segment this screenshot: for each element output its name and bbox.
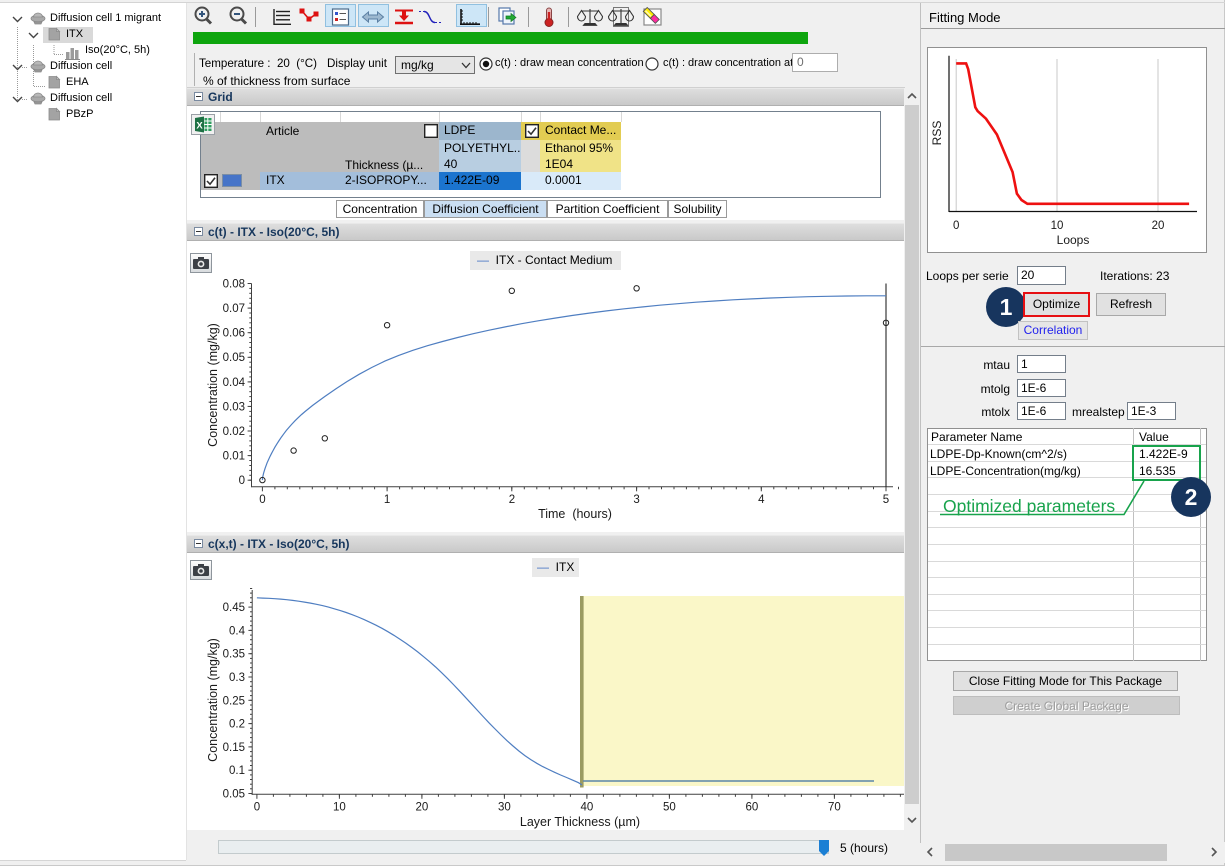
svg-text:0.06: 0.06 bbox=[223, 328, 245, 340]
svg-text:1: 1 bbox=[384, 494, 390, 506]
svg-text:Loops: Loops bbox=[1057, 233, 1090, 247]
svg-text:0.4: 0.4 bbox=[229, 625, 246, 637]
svg-text:0.35: 0.35 bbox=[223, 649, 245, 661]
svg-text:60: 60 bbox=[746, 802, 759, 814]
svg-text:40: 40 bbox=[581, 802, 594, 814]
svg-text:5: 5 bbox=[883, 494, 889, 506]
svg-text:0.3: 0.3 bbox=[229, 672, 245, 684]
svg-text:0: 0 bbox=[953, 220, 959, 232]
svg-text:0.03: 0.03 bbox=[223, 401, 245, 413]
svg-text:0.08: 0.08 bbox=[223, 279, 245, 291]
svg-text:0.2: 0.2 bbox=[229, 719, 245, 731]
svg-text:0.05: 0.05 bbox=[223, 789, 245, 801]
svg-text:0.1: 0.1 bbox=[229, 765, 245, 777]
svg-text:0.05: 0.05 bbox=[223, 352, 245, 364]
svg-text:0: 0 bbox=[254, 802, 260, 814]
svg-text:70: 70 bbox=[828, 802, 841, 814]
svg-text:Time (hours): Time (hours) bbox=[538, 507, 612, 521]
svg-text:4: 4 bbox=[758, 494, 765, 506]
svg-text:0: 0 bbox=[259, 494, 265, 506]
svg-text:20: 20 bbox=[416, 802, 429, 814]
svg-text:3: 3 bbox=[633, 494, 639, 506]
svg-text:0.15: 0.15 bbox=[223, 742, 245, 754]
svg-text:Concentration (mg/kg): Concentration (mg/kg) bbox=[206, 323, 220, 447]
svg-text:20: 20 bbox=[1152, 220, 1165, 232]
svg-text:2: 2 bbox=[509, 494, 515, 506]
svg-text:10: 10 bbox=[333, 802, 346, 814]
svg-text:0.45: 0.45 bbox=[223, 602, 245, 614]
svg-text:0.07: 0.07 bbox=[223, 303, 245, 315]
svg-text:50: 50 bbox=[663, 802, 676, 814]
svg-text:10: 10 bbox=[1051, 220, 1064, 232]
svg-text:Layer Thickness (µm): Layer Thickness (µm) bbox=[520, 815, 640, 829]
svg-text:0.01: 0.01 bbox=[223, 451, 245, 463]
svg-text:X: X bbox=[196, 121, 203, 132]
svg-text:0.04: 0.04 bbox=[223, 377, 246, 389]
svg-text:RSS: RSS bbox=[930, 121, 944, 146]
svg-text:0.25: 0.25 bbox=[223, 695, 245, 707]
svg-text:0.02: 0.02 bbox=[223, 426, 245, 438]
svg-text:0: 0 bbox=[239, 475, 245, 487]
svg-text:30: 30 bbox=[498, 802, 511, 814]
svg-text:Concentration (mg/kg): Concentration (mg/kg) bbox=[206, 638, 220, 762]
